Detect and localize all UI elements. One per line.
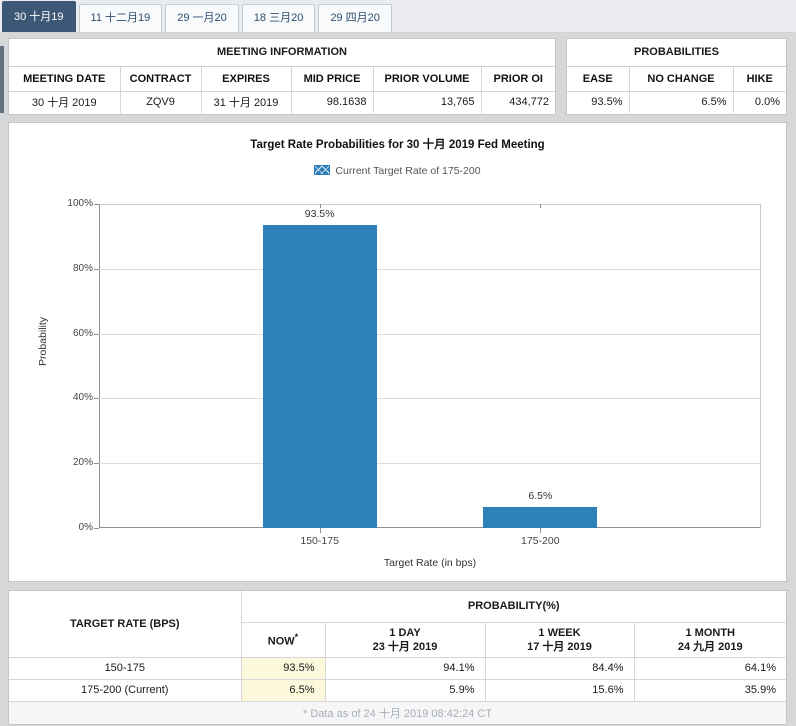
col-header-now: NOW* <box>241 621 326 658</box>
tab-29-jan-20[interactable]: 29 一月20 <box>165 4 239 32</box>
x-tick-mark <box>540 528 542 533</box>
y-axis-title: Probability <box>37 316 49 366</box>
gridline-40% <box>99 398 761 400</box>
now-footnote-marker: * <box>294 632 299 643</box>
x-tick-label: 150-175 <box>300 535 339 547</box>
col-header-no-change: NO CHANGE <box>628 65 734 92</box>
y-tick-mark <box>94 268 99 270</box>
x-tick-mark <box>319 528 321 533</box>
probabilities-title: PROBABILITIES <box>567 39 786 67</box>
gridline-80% <box>99 268 761 270</box>
meeting-info-title: MEETING INFORMATION <box>9 39 555 67</box>
probabilities-panel: PROBABILITIES EASE NO CHANGE HIKE 93.5% … <box>566 38 787 115</box>
col-header-1-day: 1 DAY 23 十月 2019 <box>324 621 486 658</box>
month-probability: 64.1% <box>633 656 786 680</box>
meeting-information-panel: MEETING INFORMATION MEETING DATE CONTRAC… <box>8 38 556 115</box>
day-probability: 5.9% <box>324 678 486 702</box>
gridline-20% <box>99 463 761 465</box>
y-tick-label: 20% <box>72 457 93 469</box>
left-scroll-strip <box>0 46 4 113</box>
y-tick-mark <box>94 333 99 335</box>
table-row: 150-175 93.5% 94.1% 84.4% 64.1% <box>9 656 786 680</box>
col-header-contract: CONTRACT <box>119 65 202 92</box>
col-header-mid-price: MID PRICE <box>290 65 374 92</box>
bar-value-label: 93.5% <box>304 208 335 220</box>
bar-150-175 <box>262 225 377 528</box>
col-header-meeting-date: MEETING DATE <box>9 65 121 92</box>
x-axis-title: Target Rate (in bps) <box>383 557 477 569</box>
col-header-target-rate-bps: TARGET RATE (BPS) <box>9 591 242 658</box>
chart-legend: Current Target Rate of 175-200 <box>9 165 786 177</box>
col-header-prior-volume: PRIOR VOLUME <box>372 65 482 92</box>
y-tick-mark <box>94 204 99 205</box>
tab-18-mar-20[interactable]: 18 三月20 <box>241 4 316 32</box>
y-tick-label: 0% <box>78 522 93 533</box>
y-tick-mark <box>94 398 99 400</box>
x-tick-mark-top <box>319 204 321 208</box>
col-header-hike: HIKE <box>732 65 786 92</box>
now-probability: 6.5% <box>240 678 326 702</box>
y-tick-mark <box>94 463 99 465</box>
tab-30-oct-19[interactable]: 30 十月19 <box>2 1 76 32</box>
hike-value: 0.0% <box>732 90 786 113</box>
bar-175-200 <box>483 507 598 528</box>
day-probability: 94.1% <box>324 656 486 680</box>
rate-range-label: 150-175 <box>9 656 242 680</box>
y-tick-label: 40% <box>72 392 93 404</box>
month-probability: 35.9% <box>633 678 786 702</box>
now-probability: 93.5% <box>240 656 326 680</box>
group-header-probability: PROBABILITY(%) <box>240 591 786 623</box>
target-rate-chart-panel: Target Rate Probabilities for 30 十月 2019… <box>8 122 787 582</box>
week-probability: 84.4% <box>484 656 635 680</box>
col-header-prior-oi: PRIOR OI <box>480 65 555 92</box>
meeting-date-value: 30 十月 2019 <box>9 90 121 113</box>
table-row: 175-200 (Current) 6.5% 5.9% 15.6% 35.9% <box>9 678 786 702</box>
col-header-expires: EXPIRES <box>200 65 292 92</box>
data-as-of-footnote: * Data as of 24 十月 2019 08:42:24 CT <box>9 700 786 724</box>
no-change-value: 6.5% <box>628 90 734 113</box>
contract-value: ZQV9 <box>119 90 202 113</box>
y-tick-mark <box>94 528 99 529</box>
expires-value: 31 十月 2019 <box>200 90 292 113</box>
x-tick-mark-top <box>540 204 542 208</box>
legend-label: Current Target Rate of 175-200 <box>335 165 481 177</box>
col-header-1-week: 1 WEEK 17 十月 2019 <box>484 621 635 658</box>
rate-range-label: 175-200 (Current) <box>9 678 242 702</box>
hatched-bar-legend-icon <box>314 165 331 175</box>
plot-area <box>99 204 761 528</box>
y-tick-label: 60% <box>72 327 93 339</box>
week-probability: 15.6% <box>484 678 635 702</box>
col-header-ease: EASE <box>567 65 630 92</box>
probability-history-panel: TARGET RATE (BPS) PROBABILITY(%) NOW* 1 … <box>8 590 787 725</box>
bar-value-label: 6.5% <box>528 490 553 502</box>
tab-11-dec-19[interactable]: 11 十二月19 <box>78 4 163 32</box>
chart-title: Target Rate Probabilities for 30 十月 2019… <box>250 139 545 151</box>
tab-29-apr-20[interactable]: 29 四月20 <box>318 4 392 32</box>
ease-value: 93.5% <box>567 90 630 113</box>
y-tick-label: 100% <box>67 198 93 209</box>
prior-volume-value: 13,765 <box>372 90 482 113</box>
meeting-tabs: 30 十月19 11 十二月19 29 一月20 18 三月20 29 四月20 <box>0 0 796 33</box>
mid-price-value: 98.1638 <box>290 90 374 113</box>
col-header-1-month: 1 MONTH 24 九月 2019 <box>633 621 786 658</box>
x-tick-label: 175-200 <box>521 535 560 547</box>
prior-oi-value: 434,772 <box>480 90 555 113</box>
gridline-60% <box>99 333 761 335</box>
y-tick-label: 80% <box>72 262 93 274</box>
